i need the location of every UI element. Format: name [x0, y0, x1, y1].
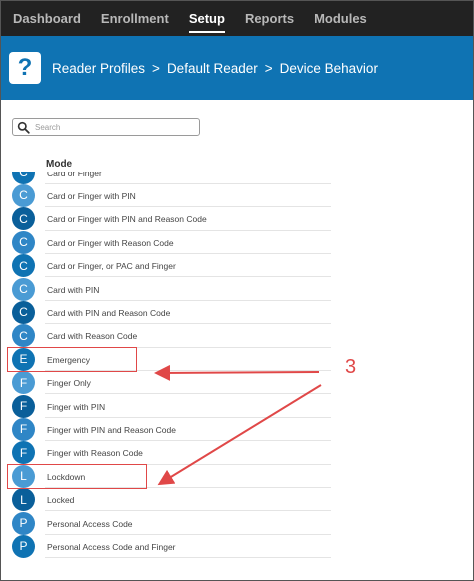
table-row[interactable]: P Personal Access Code	[1, 511, 331, 535]
breadcrumb-default-reader[interactable]: Default Reader	[167, 61, 258, 76]
table-row[interactable]: F Finger with Reason Code	[1, 441, 331, 465]
mode-letter-avatar: F	[12, 394, 35, 418]
breadcrumb-separator: >	[152, 60, 160, 76]
search-box[interactable]	[12, 118, 200, 136]
mode-label: Card or Finger	[47, 172, 102, 178]
table-row[interactable]: P Personal Access Code and Finger	[1, 534, 331, 559]
table-row[interactable]: C Card with Reason Code	[1, 324, 331, 348]
column-header-mode: Mode	[46, 159, 73, 170]
mode-label: Personal Access Code	[47, 518, 133, 529]
callout-number: 3	[345, 356, 357, 378]
nav-dashboard[interactable]: Dashboard	[13, 1, 81, 36]
top-navigation: Dashboard Enrollment Setup Reports Modul…	[1, 1, 473, 36]
magnifier-icon	[17, 121, 30, 134]
table-row[interactable]: C Card or Finger with PIN	[1, 183, 331, 208]
help-glyph: ?	[17, 54, 33, 81]
mode-label: Card with PIN	[47, 284, 100, 295]
mode-label: Finger Only	[47, 378, 91, 389]
mode-letter-avatar: F	[12, 371, 35, 395]
mode-label: Card with Reason Code	[47, 331, 138, 342]
table-row[interactable]: F Finger Only	[1, 371, 331, 395]
mode-letter-avatar: C	[12, 207, 35, 231]
mode-letter-avatar: C	[12, 254, 35, 278]
mode-label: Card with PIN and Reason Code	[47, 307, 171, 318]
mode-list: C Card or Finger C Card or Finger with PIN C…	[1, 172, 473, 580]
table-row[interactable]: C Card or Finger	[1, 172, 331, 184]
mode-label: Card or Finger with PIN	[47, 190, 136, 201]
breadcrumb: Reader Profiles > Default Reader > Devic…	[52, 61, 378, 76]
table-row[interactable]: C Card or Finger, or PAC and Finger	[1, 254, 331, 278]
table-row[interactable]: C Card or Finger with PIN and Reason Code	[1, 207, 331, 231]
mode-letter-avatar: F	[12, 417, 35, 441]
table-row[interactable]: C Card with PIN	[1, 277, 331, 301]
nav-modules[interactable]: Modules	[314, 1, 367, 36]
breadcrumb-device-behavior: Device Behavior	[279, 60, 378, 76]
mode-letter-avatar: C	[12, 300, 35, 324]
nav-reports[interactable]: Reports	[245, 1, 294, 36]
mode-label: Finger with PIN and Reason Code	[47, 424, 176, 435]
table-row[interactable]: F Finger with PIN and Reason Code	[1, 417, 331, 442]
search-input[interactable]	[35, 122, 185, 132]
nav-enrollment[interactable]: Enrollment	[101, 1, 169, 36]
table-row[interactable]: C Card with PIN and Reason Code	[1, 300, 331, 325]
mode-label: Finger with Reason Code	[47, 448, 143, 459]
mode-letter-avatar: C	[12, 183, 35, 207]
mode-letter-avatar: C	[12, 230, 35, 254]
mode-label: Card or Finger with Reason Code	[47, 237, 174, 248]
highlight-box	[7, 346, 137, 372]
mode-label: Locked	[47, 495, 75, 506]
app-window: Dashboard Enrollment Setup Reports Modul…	[0, 0, 474, 581]
mode-letter-avatar: L	[12, 488, 35, 512]
nav-setup[interactable]: Setup	[188, 1, 226, 36]
mode-letter-avatar: C	[12, 277, 35, 301]
row-divider	[45, 557, 331, 559]
mode-label: Finger with PIN	[47, 401, 106, 412]
mode-label: Card or Finger with PIN and Reason Code	[47, 214, 207, 225]
mode-label: Card or Finger, or PAC and Finger	[47, 261, 176, 272]
mode-letter-avatar: C	[12, 172, 35, 184]
breadcrumb-separator: >	[264, 60, 273, 76]
table-row[interactable]: L Locked	[1, 488, 331, 512]
mode-letter-avatar: F	[12, 441, 35, 465]
question-mark-icon[interactable]: ?	[9, 52, 41, 84]
breadcrumb-reader-profiles[interactable]: Reader Profiles	[52, 61, 145, 76]
mode-letter-avatar: P	[12, 511, 35, 535]
mode-letter-avatar: P	[12, 534, 35, 558]
table-row[interactable]: F Finger with PIN	[1, 394, 331, 418]
page-header-banner: ? Reader Profiles > Default Reader > Dev…	[1, 36, 473, 100]
mode-letter-avatar: C	[12, 324, 35, 348]
table-row[interactable]: C Card or Finger with Reason Code	[1, 230, 331, 255]
mode-label: Personal Access Code and Finger	[47, 541, 176, 552]
highlight-box	[7, 463, 147, 489]
